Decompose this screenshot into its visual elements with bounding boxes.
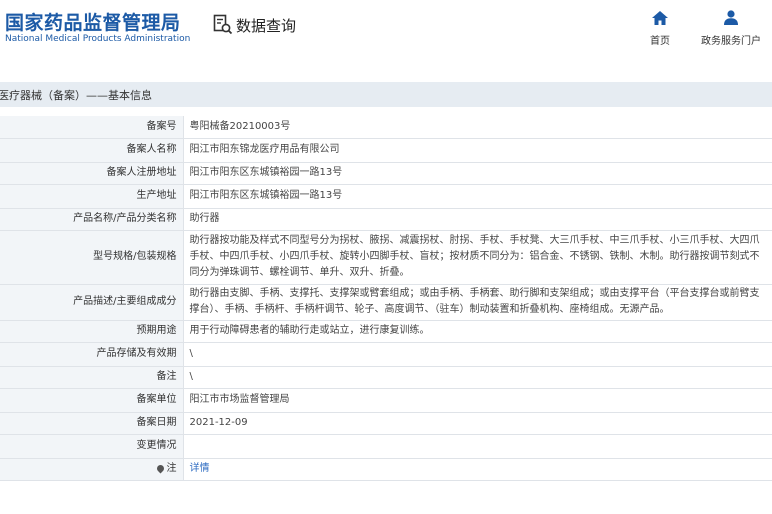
field-value: 2021-12-09: [183, 412, 772, 435]
field-value: 用于行动障碍患者的辅助行走或站立，进行康复训练。: [183, 320, 772, 343]
home-icon: [652, 10, 668, 29]
table-row: 产品存储及有效期 \: [0, 342, 772, 367]
table-row: 生产地址 阳江市阳东区东城镇裕园一路13号: [0, 184, 772, 209]
field-value: 详情: [183, 458, 772, 481]
field-value: 助行器按功能及样式不同型号分为拐杖、腋拐、减震拐杖、肘拐、手杖、手杖凳、大三爪手…: [183, 230, 772, 285]
field-label: 变更情况: [0, 434, 184, 459]
record-info-table: 备案号 粤阳械备20210003号 备案人名称 阳江市阳东锦龙医疗用品有限公司 …: [0, 116, 772, 481]
field-label: 产品存储及有效期: [0, 342, 184, 367]
table-row: 备案人名称 阳江市阳东锦龙医疗用品有限公司: [0, 138, 772, 163]
field-label: 备案日期: [0, 412, 184, 435]
field-label: 产品名称/产品分类名称: [0, 208, 184, 231]
site-logo-subtitle: National Medical Products Administration: [5, 34, 191, 44]
field-label: 产品描述/主要组成成分: [0, 284, 184, 321]
nav-home-label: 首页: [650, 36, 670, 47]
field-value: \: [183, 366, 772, 389]
field-value: 粤阳械备20210003号: [183, 116, 772, 139]
field-value: 助行器: [183, 208, 772, 231]
field-label: 备案单位: [0, 388, 184, 413]
table-row: 备案日期 2021-12-09: [0, 412, 772, 435]
table-row: 变更情况: [0, 434, 772, 459]
table-row: 预期用途 用于行动障碍患者的辅助行走或站立，进行康复训练。: [0, 320, 772, 343]
nav-service-portal-label: 政务服务门户: [701, 36, 761, 47]
field-value: \: [183, 342, 772, 367]
user-icon: [723, 10, 739, 29]
field-value: 阳江市阳东区东城镇裕园一路13号: [183, 162, 772, 185]
breadcrumb-bar: 医疗器械（备案）——基本信息: [0, 82, 772, 107]
site-header: 国家药品监督管理局 National Medical Products Admi…: [0, 0, 772, 56]
location-pin-icon: [155, 463, 165, 473]
data-query-title: 数据查询: [213, 14, 296, 36]
table-row: 注 详情: [0, 458, 772, 481]
data-query-label: 数据查询: [236, 16, 297, 35]
details-link[interactable]: 详情: [190, 463, 210, 474]
table-row: 备注 \: [0, 366, 772, 389]
table-row: 产品描述/主要组成成分 助行器由支脚、手柄、支撑托、支撑架或臂套组成；或由手柄、…: [0, 284, 772, 321]
field-value: 阳江市阳东锦龙医疗用品有限公司: [183, 138, 772, 163]
field-label-note: 注: [0, 458, 184, 481]
table-row: 备案人注册地址 阳江市阳东区东城镇裕园一路13号: [0, 162, 772, 185]
nav-service-portal[interactable]: 政务服务门户: [701, 10, 761, 47]
field-value: 阳江市市场监督管理局: [183, 388, 772, 413]
field-label: 生产地址: [0, 184, 184, 209]
site-logo-title[interactable]: 国家药品监督管理局: [5, 8, 181, 35]
table-row: 型号规格/包装规格 助行器按功能及样式不同型号分为拐杖、腋拐、减震拐杖、肘拐、手…: [0, 230, 772, 285]
field-value: [183, 434, 772, 459]
nav-home[interactable]: 首页: [650, 10, 670, 47]
field-label: 型号规格/包装规格: [0, 230, 184, 285]
field-label: 备案人注册地址: [0, 162, 184, 185]
field-value: 阳江市阳东区东城镇裕园一路13号: [183, 184, 772, 209]
breadcrumb: 医疗器械（备案）——基本信息: [0, 89, 152, 102]
field-label: 备案人名称: [0, 138, 184, 163]
note-label: 注: [166, 463, 177, 474]
document-search-icon: [213, 14, 233, 36]
table-row: 备案号 粤阳械备20210003号: [0, 116, 772, 139]
field-label: 备案号: [0, 116, 184, 139]
field-value: 助行器由支脚、手柄、支撑托、支撑架或臂套组成；或由手柄、手柄套、助行脚和支架组成…: [183, 284, 772, 321]
table-row: 备案单位 阳江市市场监督管理局: [0, 388, 772, 413]
field-label: 备注: [0, 366, 184, 389]
table-row: 产品名称/产品分类名称 助行器: [0, 208, 772, 231]
field-label: 预期用途: [0, 320, 184, 343]
